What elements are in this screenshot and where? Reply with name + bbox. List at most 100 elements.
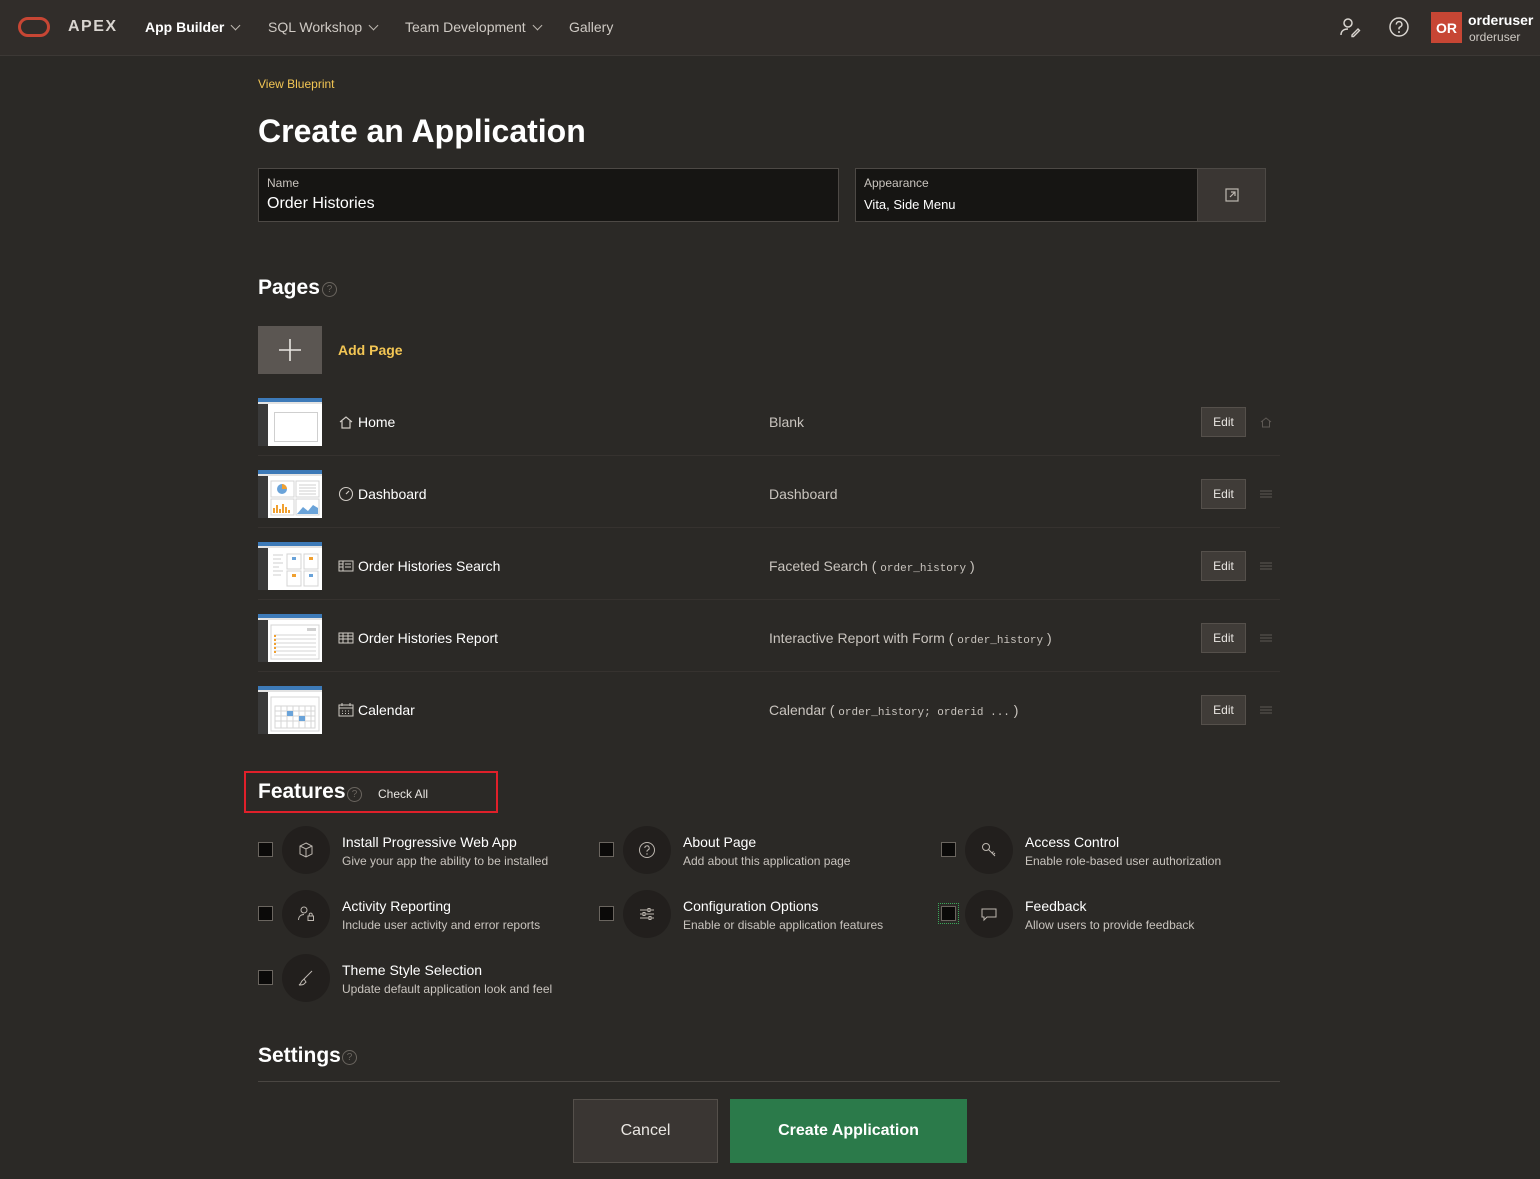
feature-activity-reporting[interactable]: Activity Reporting Include user activity… <box>258 890 588 938</box>
nav-sql-workshop[interactable]: SQL Workshop <box>268 19 379 35</box>
feature-description: Enable role-based user authorization <box>1025 854 1222 868</box>
feature-icon-circle <box>965 826 1013 874</box>
chevron-down-icon <box>230 20 241 30</box>
feature-checkbox[interactable] <box>938 903 959 924</box>
edit-page-button[interactable]: Edit <box>1201 479 1246 509</box>
view-blueprint-link[interactable]: View Blueprint <box>258 77 335 91</box>
question-circle-icon <box>639 842 655 858</box>
feature-feedback[interactable]: Feedback Allow users to provide feedback <box>938 890 1271 938</box>
avatar[interactable]: OR <box>1431 12 1462 43</box>
nav-sql-workshop-label: SQL Workshop <box>268 19 363 35</box>
page-row-home: Home Blank Edit <box>258 398 1280 446</box>
edit-page-button[interactable]: Edit <box>1201 695 1246 725</box>
settings-heading: Settings <box>258 1044 341 1067</box>
cancel-button[interactable]: Cancel <box>573 1099 718 1163</box>
settings-help-icon[interactable]: ? <box>342 1050 357 1065</box>
drag-handle-icon[interactable] <box>1260 632 1272 644</box>
feature-title: Configuration Options <box>683 898 819 914</box>
appearance-field[interactable]: Appearance Vita, Side Menu <box>855 168 1198 222</box>
nav-gallery[interactable]: Gallery <box>569 19 613 35</box>
nav-app-builder[interactable]: App Builder <box>145 19 241 35</box>
feature-install-pwa[interactable]: Install Progressive Web App Give your ap… <box>258 826 588 874</box>
feature-configuration-options[interactable]: Configuration Options Enable or disable … <box>599 890 929 938</box>
pages-help-icon[interactable]: ? <box>322 282 337 297</box>
feature-checkbox[interactable] <box>258 906 273 921</box>
apex-brand[interactable]: APEX <box>68 18 118 36</box>
feature-description: Add about this application page <box>683 854 851 868</box>
name-field[interactable]: Name Order Histories <box>258 168 839 222</box>
feature-checkbox[interactable] <box>258 970 273 985</box>
feature-about-page[interactable]: About Page Add about this application pa… <box>599 826 929 874</box>
nav-app-builder-label: App Builder <box>145 19 225 35</box>
create-application-button[interactable]: Create Application <box>730 1099 967 1163</box>
check-all-link[interactable]: Check All <box>378 787 428 801</box>
feature-checkbox[interactable] <box>599 906 614 921</box>
features-help-icon[interactable]: ? <box>347 787 362 802</box>
user-name[interactable]: orderuser <box>1468 12 1533 28</box>
faceted-search-icon <box>338 560 354 572</box>
feature-checkbox[interactable] <box>599 842 614 857</box>
page-row-type: Faceted Search ( order_history ) <box>769 558 975 575</box>
edit-page-button[interactable]: Edit <box>1201 623 1246 653</box>
sliders-icon <box>640 908 654 920</box>
appearance-picker-button[interactable] <box>1197 168 1266 222</box>
feature-title: Feedback <box>1025 898 1087 914</box>
top-navigation-bar: APEX App Builder SQL Workshop Team Devel… <box>0 0 1540 56</box>
features-heading: Features <box>258 780 346 803</box>
add-page-link[interactable]: Add Page <box>338 342 403 358</box>
page-thumbnail-dashboard <box>258 470 322 518</box>
dashboard-gauge-icon <box>338 486 354 502</box>
add-page-tile[interactable] <box>258 326 322 374</box>
page-row-name: Calendar <box>358 702 415 718</box>
drag-handle-icon[interactable] <box>1260 560 1272 572</box>
feature-access-control[interactable]: Access Control Enable role-based user au… <box>941 826 1271 874</box>
page-thumbnail-blank <box>258 398 322 446</box>
administration-icon[interactable] <box>1339 16 1361 38</box>
feature-title: About Page <box>683 834 757 850</box>
external-open-icon <box>1224 188 1239 202</box>
report-table-icon <box>338 632 354 644</box>
page-row-name: Home <box>358 414 396 430</box>
feature-icon-circle <box>623 890 671 938</box>
feature-description: Allow users to provide feedback <box>1025 918 1195 932</box>
page-thumbnail-calendar <box>258 686 322 734</box>
help-icon[interactable] <box>1388 16 1410 38</box>
feature-icon-circle <box>623 826 671 874</box>
feature-description: Update default application look and feel <box>342 982 553 996</box>
page-row-source: order_history; orderid ... <box>838 707 1010 719</box>
chevron-down-icon <box>368 20 379 30</box>
edit-page-button[interactable]: Edit <box>1201 551 1246 581</box>
home-icon <box>339 416 353 429</box>
feature-title: Theme Style Selection <box>342 962 483 978</box>
name-field-value[interactable]: Order Histories <box>267 195 375 213</box>
user-lock-icon <box>298 906 314 921</box>
drag-handle-icon[interactable] <box>1260 704 1272 716</box>
appearance-field-value: Vita, Side Menu <box>864 197 956 212</box>
page-row-name: Dashboard <box>358 486 427 502</box>
page-row-type: Interactive Report with Form ( order_his… <box>769 630 1052 647</box>
pages-heading: Pages <box>258 276 320 299</box>
calendar-icon <box>338 703 354 717</box>
feature-title: Activity Reporting <box>342 898 451 914</box>
appearance-field-label: Appearance <box>864 176 929 190</box>
plus-icon <box>279 339 301 361</box>
page-row-type: Blank <box>769 414 805 430</box>
drag-handle-icon[interactable] <box>1260 488 1272 500</box>
page-thumbnail-faceted-search <box>258 542 322 590</box>
feature-theme-style-selection[interactable]: Theme Style Selection Update default app… <box>258 954 588 1002</box>
package-box-icon <box>299 842 313 858</box>
feature-description: Give your app the ability to be installe… <box>342 854 549 868</box>
feature-checkbox[interactable] <box>258 842 273 857</box>
feature-icon-circle <box>282 826 330 874</box>
feature-checkbox[interactable] <box>941 842 956 857</box>
home-page-indicator-icon <box>1260 417 1272 428</box>
nav-team-development[interactable]: Team Development <box>405 19 543 35</box>
page-thumbnail-interactive-report <box>258 614 322 662</box>
name-field-label: Name <box>267 176 300 190</box>
oracle-logo-icon[interactable] <box>18 17 50 37</box>
edit-page-button[interactable]: Edit <box>1201 407 1246 437</box>
page-row-name: Order Histories Search <box>358 558 501 574</box>
nav-team-development-label: Team Development <box>405 19 526 35</box>
paintbrush-icon <box>298 970 313 986</box>
page-row-calendar: Calendar Calendar ( order_history; order… <box>258 686 1280 734</box>
